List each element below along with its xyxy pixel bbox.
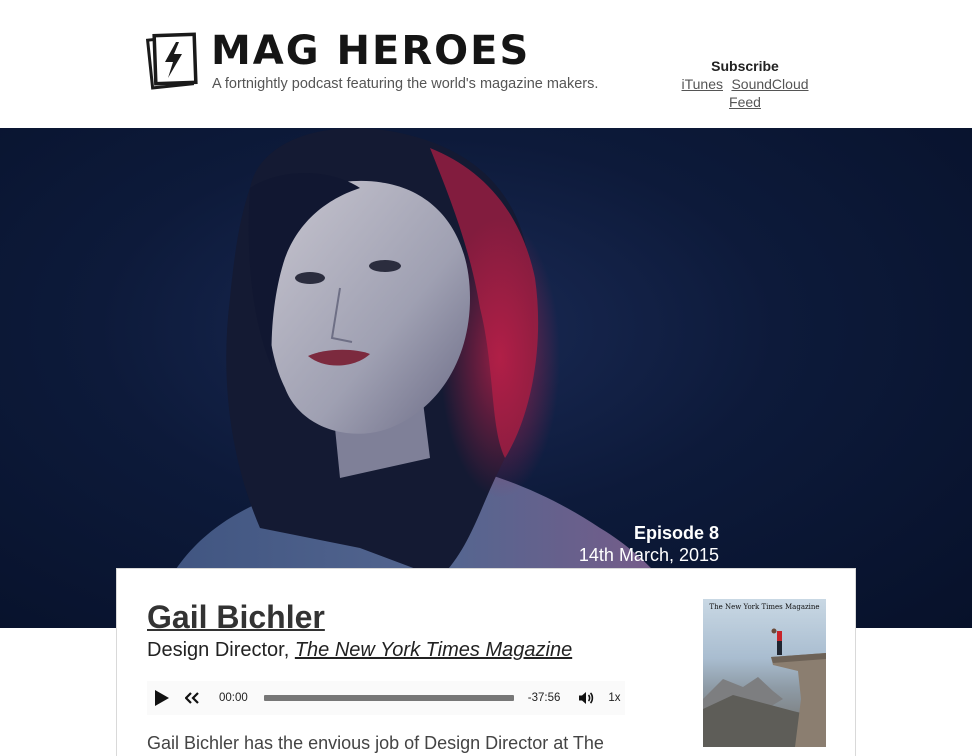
playback-speed-button[interactable]: 1x [608,692,620,704]
rewind-button[interactable] [181,683,203,713]
magazine-cover-image: The New York Times Magazine [703,599,826,747]
rewind-icon [185,692,199,704]
guest-role-title: Design Director, [147,639,290,661]
guest-portrait [150,128,690,628]
episode-info: Episode 8 14th March, 2015 [579,522,719,566]
subscribe-panel: Subscribe iTunes SoundCloud Feed [660,58,830,112]
site-tagline: A fortnightly podcast featuring the worl… [212,76,599,92]
episode-date: 14th March, 2015 [578,545,719,565]
volume-button[interactable] [574,683,598,713]
site-header: MAG HEROES A fortnightly podcast featuri… [0,0,972,128]
logo-icon[interactable] [145,30,198,90]
volume-icon [579,692,594,704]
episode-number: Episode 8 [633,523,719,543]
hero-banner: Episode 8 14th March, 2015 [0,128,972,628]
itunes-link[interactable]: iTunes [681,76,723,92]
current-time: 00:00 [219,692,248,704]
play-icon [155,690,169,706]
subscribe-heading: Subscribe [711,58,779,74]
feed-link[interactable]: Feed [729,94,761,110]
audio-player: 00:00 -37:56 1x [147,681,625,715]
remaining-time: -37:56 [527,692,561,704]
soundcloud-link[interactable]: SoundCloud [731,76,808,92]
progress-bar[interactable] [263,695,514,701]
play-button[interactable] [147,683,177,713]
subscribe-links: iTunes SoundCloud Feed [660,76,830,112]
episode-card: Gail Bichler Design Director, The New Yo… [116,568,856,756]
guest-role: Design Director, The New York Times Maga… [147,639,572,662]
publication-link[interactable]: The New York Times Magazine [295,639,572,661]
episode-description: Gail Bichler has the envious job of Desi… [147,733,604,753]
site-title[interactable]: MAG HEROES [211,28,530,74]
guest-name-link[interactable]: Gail Bichler [147,599,325,636]
